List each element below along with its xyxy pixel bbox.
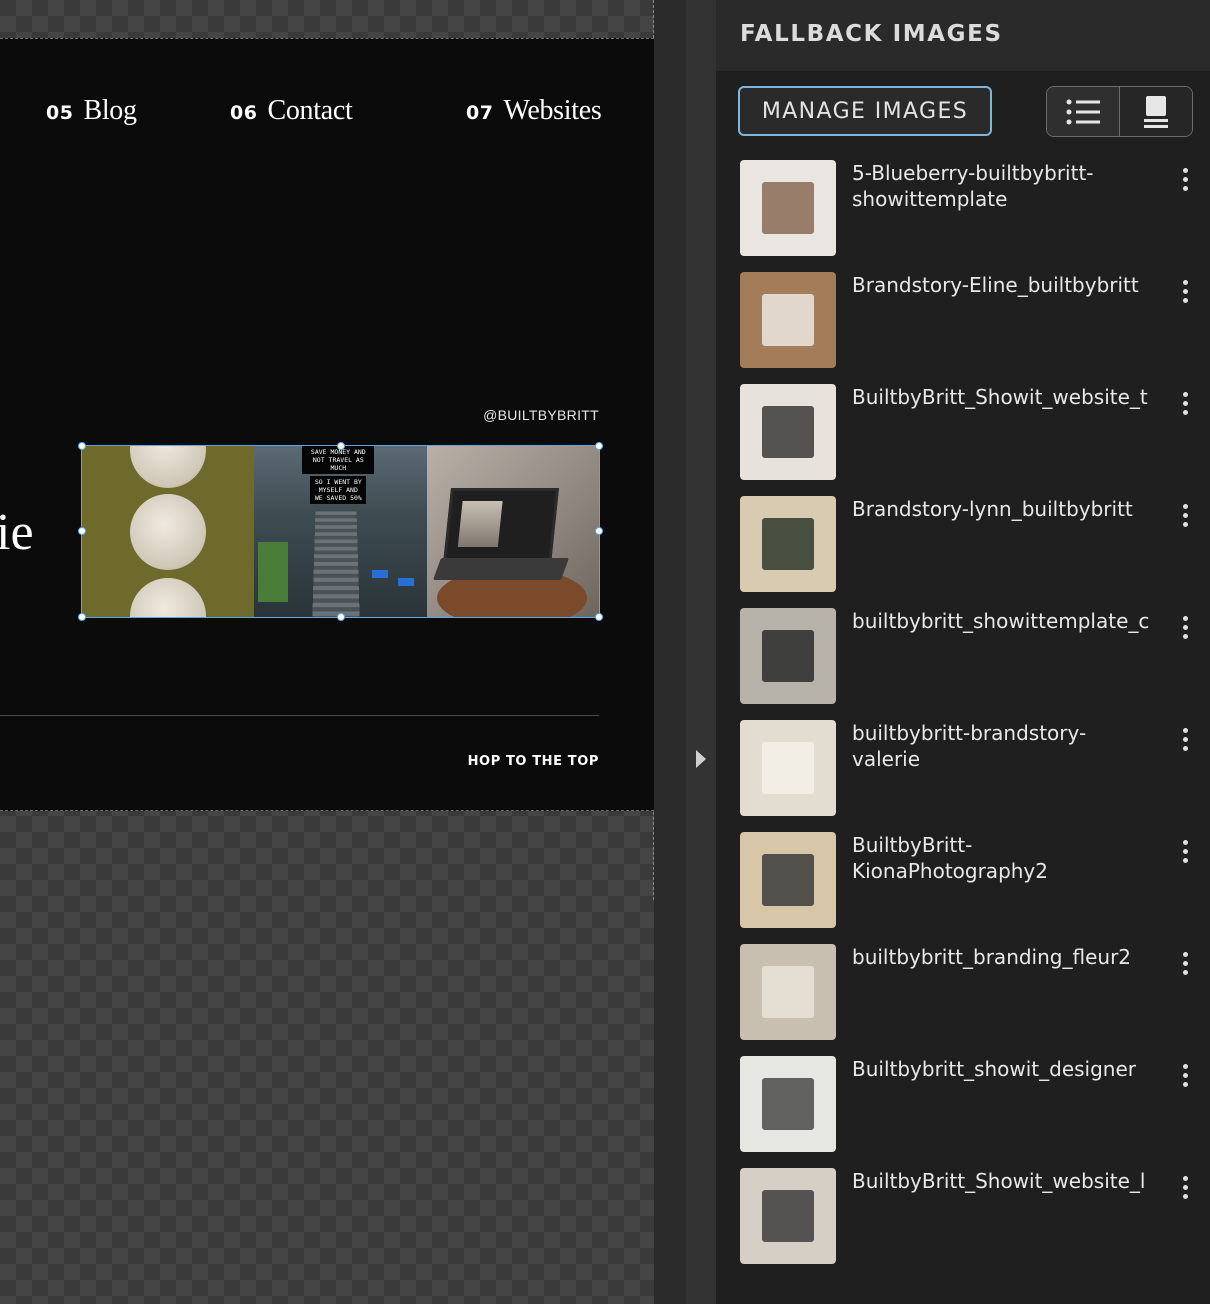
partial-heading-text: ie bbox=[0, 504, 34, 561]
fallback-image-item[interactable]: BuiltbyBritt_Showit_website_t bbox=[740, 384, 1210, 496]
more-options-icon[interactable] bbox=[1180, 616, 1190, 642]
more-options-icon[interactable] bbox=[1180, 392, 1190, 418]
resize-handle-w[interactable] bbox=[78, 527, 86, 535]
single-image-view-icon bbox=[1144, 95, 1168, 128]
fallback-image-name: Brandstory-lynn_builtbybritt bbox=[852, 497, 1133, 521]
canvas-gutter bbox=[654, 0, 686, 1304]
fallback-image-item[interactable]: builtbybritt_branding_fleur2 bbox=[740, 944, 1210, 1056]
collapse-arrow-icon[interactable] bbox=[696, 750, 706, 768]
fallback-image-item[interactable]: Brandstory-lynn_builtbybritt bbox=[740, 496, 1210, 608]
fallback-images-panel: FALLBACK IMAGES MANAGE IMAGES 5-Blueberr… bbox=[716, 0, 1210, 1304]
fallback-image-item[interactable]: Brandstory-Eline_builtbybritt bbox=[740, 272, 1210, 384]
resize-handle-e[interactable] bbox=[595, 527, 603, 535]
gallery-image-airport: SAVE MONEY AND NOT TRAVEL AS MUCH SO I W… bbox=[254, 446, 427, 617]
view-mode-toggle bbox=[1046, 86, 1193, 137]
more-options-icon[interactable] bbox=[1180, 1064, 1190, 1090]
footer-divider bbox=[0, 715, 599, 716]
nav-item-websites[interactable]: 07 Websites bbox=[466, 95, 602, 127]
gallery-sign-2: SO I WENT BY MYSELF AND WE SAVED 50% bbox=[310, 476, 367, 504]
fallback-image-thumbnail[interactable] bbox=[740, 272, 836, 368]
panel-title: FALLBACK IMAGES bbox=[740, 21, 1003, 47]
resize-handle-nw[interactable] bbox=[78, 442, 86, 450]
panel-collapse-strip[interactable] bbox=[686, 0, 716, 1304]
fallback-image-item[interactable]: builtbybritt-brandstory- valerie bbox=[740, 720, 1210, 832]
fallback-image-name: BuiltbyBritt- KionaPhotography2 bbox=[852, 833, 1048, 883]
instagram-gallery[interactable]: SAVE MONEY AND NOT TRAVEL AS MUCH SO I W… bbox=[81, 445, 600, 618]
fallback-image-thumbnail[interactable] bbox=[740, 384, 836, 480]
fallback-image-thumbnail[interactable] bbox=[740, 608, 836, 704]
nav-number: 07 bbox=[466, 102, 494, 124]
nav-item-contact[interactable]: 06 Contact bbox=[230, 95, 353, 127]
fallback-image-item[interactable]: BuiltbyBritt_Showit_website_l bbox=[740, 1168, 1210, 1280]
fallback-image-name: builtbybritt-brandstory- valerie bbox=[852, 721, 1087, 771]
gallery-sign-1: SAVE MONEY AND NOT TRAVEL AS MUCH bbox=[302, 446, 375, 474]
fallback-image-name: builtbybritt_branding_fleur2 bbox=[852, 945, 1132, 969]
list-view-button[interactable] bbox=[1047, 87, 1120, 136]
more-options-icon[interactable] bbox=[1180, 840, 1190, 866]
nav-number: 05 bbox=[46, 102, 74, 124]
fallback-image-thumbnail[interactable] bbox=[740, 496, 836, 592]
more-options-icon[interactable] bbox=[1180, 280, 1190, 306]
fallback-image-item[interactable]: 5-Blueberry-builtbybritt- showittemplate bbox=[740, 160, 1210, 272]
fallback-image-thumbnail[interactable] bbox=[740, 1056, 836, 1152]
resize-handle-sw[interactable] bbox=[78, 613, 86, 621]
nav-label: Contact bbox=[267, 95, 353, 126]
resize-handle-ne[interactable] bbox=[595, 442, 603, 450]
hop-to-top-link[interactable]: HOP TO THE TOP bbox=[468, 754, 599, 769]
fallback-image-name: BuiltbyBritt_Showit_website_l bbox=[852, 1169, 1146, 1193]
nav-number: 06 bbox=[230, 102, 258, 124]
resize-handle-se[interactable] bbox=[595, 613, 603, 621]
fallback-image-name: builtbybritt_showittemplate_c bbox=[852, 609, 1150, 633]
fallback-image-item[interactable]: builtbybritt_showittemplate_c bbox=[740, 608, 1210, 720]
fallback-image-name: Builtbybritt_showit_designer bbox=[852, 1057, 1137, 1081]
panel-header: FALLBACK IMAGES bbox=[716, 0, 1210, 71]
fallback-image-list: 5-Blueberry-builtbybritt- showittemplate… bbox=[740, 160, 1210, 1280]
gallery-image-laptop bbox=[426, 446, 599, 617]
manage-images-button[interactable]: MANAGE IMAGES bbox=[738, 86, 992, 136]
instagram-handle[interactable]: @BUILTBYBRITT bbox=[483, 407, 599, 423]
fallback-image-item[interactable]: Builtbybritt_showit_designer bbox=[740, 1056, 1210, 1168]
fallback-image-name: Brandstory-Eline_builtbybritt bbox=[852, 273, 1139, 297]
more-options-icon[interactable] bbox=[1180, 168, 1190, 194]
fallback-image-thumbnail[interactable] bbox=[740, 720, 836, 816]
resize-handle-s[interactable] bbox=[337, 613, 345, 621]
resize-handle-n[interactable] bbox=[337, 442, 345, 450]
nav-item-blog[interactable]: 05 Blog bbox=[46, 95, 137, 127]
nav-label: Blog bbox=[83, 95, 137, 126]
list-view-icon bbox=[1066, 99, 1100, 124]
more-options-icon[interactable] bbox=[1180, 728, 1190, 754]
more-options-icon[interactable] bbox=[1180, 952, 1190, 978]
more-options-icon[interactable] bbox=[1180, 1176, 1190, 1202]
fallback-image-thumbnail[interactable] bbox=[740, 944, 836, 1040]
footer-section[interactable]: 05 Blog 06 Contact 07 Websites @BUILTBYB… bbox=[0, 38, 654, 811]
fallback-image-name: BuiltbyBritt_Showit_website_t bbox=[852, 385, 1148, 409]
gallery-image-wood-slices bbox=[82, 446, 255, 617]
fallback-image-name: 5-Blueberry-builtbybritt- showittemplate bbox=[852, 161, 1094, 211]
fallback-image-thumbnail[interactable] bbox=[740, 832, 836, 928]
fallback-image-item[interactable]: BuiltbyBritt- KionaPhotography2 bbox=[740, 832, 1210, 944]
more-options-icon[interactable] bbox=[1180, 504, 1190, 530]
fallback-image-thumbnail[interactable] bbox=[740, 160, 836, 256]
single-image-view-button[interactable] bbox=[1120, 87, 1192, 136]
nav-label: Websites bbox=[503, 95, 602, 126]
fallback-image-thumbnail[interactable] bbox=[740, 1168, 836, 1264]
